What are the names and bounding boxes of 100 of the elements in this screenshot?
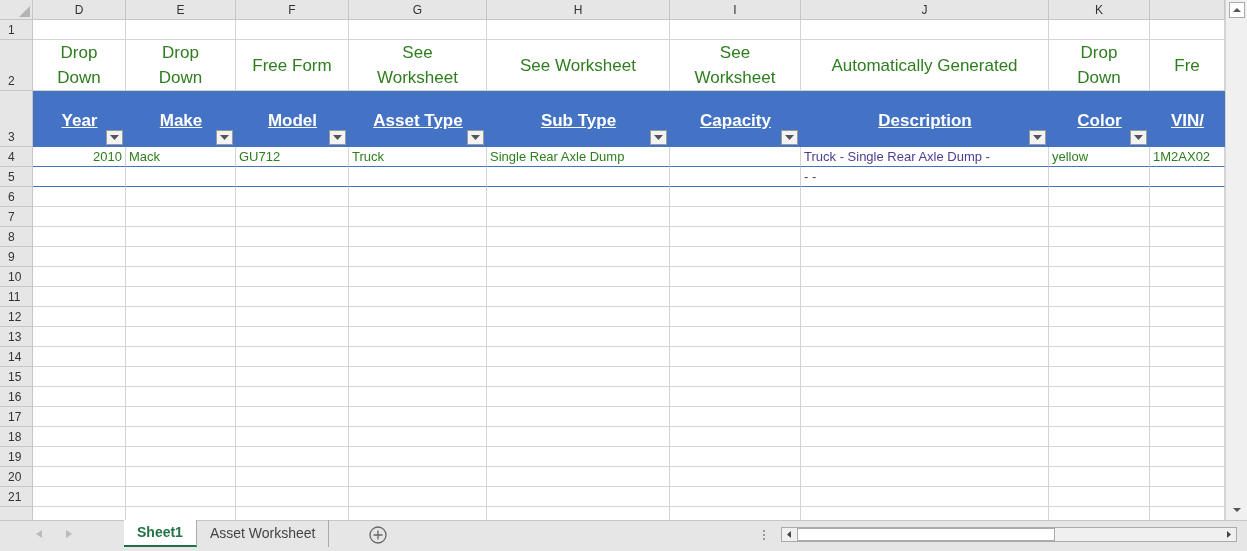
table-cell[interactable]: Single Rear Axle Dump [487, 147, 670, 167]
table-cell[interactable] [670, 487, 801, 507]
table-cell[interactable] [801, 247, 1049, 267]
previous-sheet-icon[interactable] [36, 530, 42, 538]
filter-dropdown-button[interactable] [216, 130, 233, 145]
table-cell[interactable] [236, 327, 349, 347]
table-cell[interactable] [236, 247, 349, 267]
table-cell[interactable]: yellow [1049, 147, 1150, 167]
table-cell[interactable] [801, 187, 1049, 207]
row-number[interactable]: 6 [0, 187, 33, 207]
table-cell[interactable] [349, 447, 487, 467]
row-number[interactable]: 15 [0, 367, 33, 387]
table-cell[interactable] [236, 287, 349, 307]
table-cell[interactable] [487, 447, 670, 467]
table-cell[interactable] [1049, 207, 1150, 227]
table-cell[interactable] [487, 427, 670, 447]
table-cell[interactable] [801, 447, 1049, 467]
table-cell[interactable] [126, 187, 236, 207]
table-cell[interactable]: GU712 [236, 147, 349, 167]
table-cell[interactable]: Mack [126, 147, 236, 167]
table-cell[interactable] [33, 247, 126, 267]
table-cell[interactable] [487, 227, 670, 247]
row-number[interactable]: 5 [0, 167, 33, 187]
table-cell[interactable] [801, 387, 1049, 407]
table-cell[interactable] [349, 367, 487, 387]
table-cell[interactable] [670, 147, 801, 167]
table-cell[interactable] [349, 407, 487, 427]
table-cell[interactable] [670, 367, 801, 387]
table-cell[interactable] [126, 447, 236, 467]
table-cell[interactable] [1049, 327, 1150, 347]
row-number[interactable]: 16 [0, 387, 33, 407]
table-cell[interactable] [670, 187, 801, 207]
table-cell[interactable] [1049, 307, 1150, 327]
table-cell[interactable] [801, 407, 1049, 427]
splitter-handle-icon[interactable] [763, 529, 765, 540]
table-cell[interactable]: - - [801, 167, 1049, 187]
table-cell[interactable] [487, 487, 670, 507]
header-cell[interactable]: Capacity [670, 91, 801, 147]
row-number[interactable]: 9 [0, 247, 33, 267]
table-cell[interactable] [1049, 187, 1150, 207]
table-cell[interactable] [126, 427, 236, 447]
table-cell[interactable] [801, 367, 1049, 387]
table-cell[interactable] [670, 207, 801, 227]
table-cell[interactable] [126, 327, 236, 347]
table-cell[interactable] [349, 427, 487, 447]
table-cell[interactable] [236, 427, 349, 447]
header-cell[interactable]: Model [236, 91, 349, 147]
table-cell[interactable] [801, 347, 1049, 367]
add-sheet-icon[interactable] [369, 525, 388, 544]
table-cell[interactable] [236, 167, 349, 187]
table-cell[interactable] [236, 447, 349, 467]
column-letter-header[interactable]: F [236, 0, 349, 19]
table-cell[interactable] [487, 387, 670, 407]
table-cell[interactable] [349, 167, 487, 187]
table-cell[interactable] [487, 407, 670, 427]
header-cell[interactable]: Sub Type [487, 91, 670, 147]
column-letter-header[interactable]: H [487, 0, 670, 19]
table-cell[interactable] [487, 367, 670, 387]
table-cell[interactable] [349, 247, 487, 267]
header-cell[interactable]: Asset Type [349, 91, 487, 147]
table-cell[interactable] [33, 20, 126, 40]
table-cell[interactable] [487, 167, 670, 187]
row-number[interactable]: 21 [0, 487, 33, 507]
table-cell[interactable] [670, 20, 801, 40]
next-sheet-icon[interactable] [66, 530, 72, 538]
table-cell[interactable] [33, 167, 126, 187]
table-cell[interactable] [349, 20, 487, 40]
vertical-scrollbar[interactable] [1225, 0, 1247, 520]
table-cell[interactable] [236, 407, 349, 427]
table-cell[interactable] [236, 487, 349, 507]
table-cell[interactable] [236, 307, 349, 327]
table-cell[interactable] [1049, 387, 1150, 407]
table-cell[interactable] [126, 20, 236, 40]
filter-dropdown-button[interactable] [1029, 130, 1046, 145]
row-number[interactable]: 10 [0, 267, 33, 287]
table-cell[interactable] [126, 307, 236, 327]
table-cell[interactable] [801, 267, 1049, 287]
row-number[interactable]: 20 [0, 467, 33, 487]
table-cell[interactable] [126, 487, 236, 507]
table-cell[interactable] [670, 407, 801, 427]
header-cell[interactable]: VIN/ [1150, 91, 1225, 147]
table-cell[interactable] [349, 387, 487, 407]
filter-dropdown-button[interactable] [781, 130, 798, 145]
column-letter-header[interactable]: E [126, 0, 236, 19]
table-cell[interactable] [1049, 20, 1150, 40]
table-cell[interactable] [487, 347, 670, 367]
table-cell[interactable] [487, 307, 670, 327]
table-cell[interactable] [349, 207, 487, 227]
table-cell[interactable] [33, 267, 126, 287]
table-cell[interactable] [126, 207, 236, 227]
table-cell[interactable] [670, 347, 801, 367]
header-cell[interactable]: Description [801, 91, 1049, 147]
table-cell[interactable] [487, 187, 670, 207]
table-cell[interactable] [1049, 367, 1150, 387]
table-cell[interactable]: Truck [349, 147, 487, 167]
table-cell[interactable] [236, 367, 349, 387]
table-cell[interactable] [349, 227, 487, 247]
row-number[interactable]: 14 [0, 347, 33, 367]
table-cell[interactable] [33, 347, 126, 367]
table-cell[interactable] [33, 227, 126, 247]
